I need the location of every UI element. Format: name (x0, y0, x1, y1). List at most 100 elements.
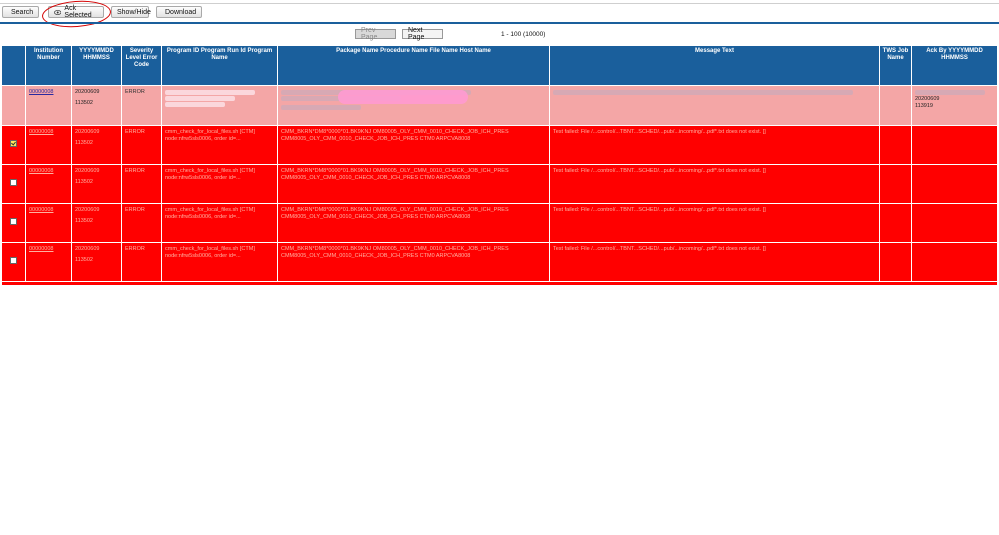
severity-value: ERROR (125, 129, 145, 135)
severity-cell: ERROR (121, 85, 162, 126)
institution-link[interactable]: 00000008 (29, 89, 53, 95)
package-cell: CMM_BKRN*DM8*0000*01.BK9KNJ OM80005_OLY_… (277, 242, 550, 282)
date-value: 20200609 (75, 207, 100, 213)
message-cell: Test failed: File /...control/...TBNT...… (549, 203, 880, 243)
table-row[interactable]: 00000008 20200609 113502 ERROR cmm_check_… (1, 203, 998, 243)
severity-value: ERROR (125, 168, 145, 174)
severity-value: ERROR (125, 246, 145, 252)
severity-value: ERROR (125, 207, 145, 213)
row-select-checkbox[interactable] (10, 218, 17, 225)
institution-cell: 00000008 (25, 85, 72, 126)
annotation-circle (41, 0, 112, 30)
col-header-datetime[interactable]: YYYYMMDD HHMMSS (71, 45, 122, 86)
download-button-label: Download (165, 8, 197, 16)
date-value: 20200609 (75, 168, 100, 174)
col-header-tws[interactable]: TWS Job Name (879, 45, 912, 86)
time-value: 113502 (75, 100, 93, 106)
datetime-cell: 20200609 113502 (71, 164, 122, 204)
row-select-checkbox[interactable] (10, 179, 17, 186)
program-cell: cmm_check_for_local_files.sh [CTM] node:… (161, 203, 278, 243)
row-select-cell (1, 164, 26, 204)
table-row[interactable]: 00000008 20200609 113502 ERROR cmm_check_… (1, 125, 998, 165)
col-header-program[interactable]: Program ID Program Run Id Program Name (161, 45, 278, 86)
message-cell (549, 85, 880, 126)
time-value: 113502 (75, 140, 93, 146)
datetime-cell: 20200609 113502 (71, 85, 122, 126)
table-row[interactable]: 00000008 20200609 113502 ERROR 20200609 11… (1, 85, 998, 126)
institution-cell: 00000008 (25, 203, 72, 243)
download-button[interactable]: Download (156, 6, 202, 18)
time-value: 113502 (75, 179, 93, 185)
col-header-message[interactable]: Message Text (549, 45, 880, 86)
redacted-text (165, 102, 225, 107)
ack-cell: 20200609 113919 (911, 85, 998, 126)
program-cell: cmm_check_for_local_files.sh [CTM] node:… (161, 242, 278, 282)
datetime-cell: 20200609 113502 (71, 203, 122, 243)
time-value: 113502 (75, 218, 93, 224)
ack-time-value: 113919 (915, 103, 933, 109)
ack-cell (911, 164, 998, 204)
package-cell (277, 85, 550, 126)
package-cell: CMM_BKRN*DM8*0000*01.BK9KNJ OM80005_OLY_… (277, 203, 550, 243)
institution-link[interactable]: 00000008 (29, 129, 53, 135)
row-select-cell (1, 125, 26, 165)
header-divider (0, 22, 999, 24)
severity-value: ERROR (125, 89, 145, 95)
date-value: 20200609 (75, 246, 100, 252)
ack-date-value: 20200609 (915, 96, 940, 102)
table-header-row: Institution Number YYYYMMDD HHMMSS Sever… (1, 45, 998, 86)
col-header-select (1, 45, 26, 86)
error-table: Institution Number YYYYMMDD HHMMSS Sever… (1, 45, 998, 286)
institution-cell: 00000008 (25, 242, 72, 282)
severity-cell: ERROR (121, 203, 162, 243)
row-select-checkbox[interactable] (10, 257, 17, 264)
severity-cell: ERROR (121, 242, 162, 282)
redacted-text (915, 90, 985, 95)
row-select-cell (1, 242, 26, 282)
message-cell: Test failed: File /...control/...TBNT...… (549, 242, 880, 282)
tws-cell (879, 125, 912, 165)
severity-cell: ERROR (121, 164, 162, 204)
institution-link[interactable]: 00000008 (29, 246, 53, 252)
package-cell: CMM_BKRN*DM8*0000*01.BK9KNJ OM80005_OLY_… (277, 164, 550, 204)
row-select-checkbox[interactable] (10, 140, 17, 147)
tws-cell (879, 164, 912, 204)
date-value: 20200609 (75, 89, 100, 95)
prev-page-button[interactable]: Prev Page (355, 27, 396, 41)
col-header-package[interactable]: Package Name Procedure Name File Name Ho… (277, 45, 550, 86)
institution-cell: 00000008 (25, 125, 72, 165)
col-header-severity[interactable]: Severity Level Error Code (121, 45, 162, 86)
institution-link[interactable]: 00000008 (29, 168, 53, 174)
top-border-line (0, 3, 999, 4)
datetime-cell: 20200609 113502 (71, 242, 122, 282)
table-row[interactable]: 00000008 20200609 113502 ERROR cmm_check_… (1, 242, 998, 282)
col-header-ack[interactable]: Ack By YYYYMMDD HHMMSS (911, 45, 998, 86)
table-row-partial (1, 281, 998, 286)
tws-cell (879, 203, 912, 243)
program-cell: cmm_check_for_local_files.sh [CTM] node:… (161, 164, 278, 204)
tws-cell (879, 85, 912, 126)
date-value: 20200609 (75, 129, 100, 135)
message-cell: Test failed: File /...control/...TBNT...… (549, 125, 880, 165)
partial-row-cell (1, 281, 998, 286)
severity-cell: ERROR (121, 125, 162, 165)
col-header-institution[interactable]: Institution Number (25, 45, 72, 86)
institution-link[interactable]: 00000008 (29, 207, 53, 213)
institution-cell: 00000008 (25, 164, 72, 204)
ack-cell (911, 242, 998, 282)
row-select-cell (1, 85, 26, 126)
redaction-blob (338, 90, 468, 104)
time-value: 113502 (75, 257, 93, 263)
next-page-button[interactable]: Next Page (402, 27, 443, 41)
search-button-label: Search (11, 8, 34, 16)
ack-cell (911, 125, 998, 165)
table-row[interactable]: 00000008 20200609 113502 ERROR cmm_check_… (1, 164, 998, 204)
show-hide-button[interactable]: Show/Hide (111, 6, 151, 18)
redacted-text (553, 90, 853, 95)
pager: Prev Page Next Page (355, 27, 443, 41)
datetime-cell: 20200609 113502 (71, 125, 122, 165)
program-cell: cmm_check_for_local_files.sh [CTM] node:… (161, 125, 278, 165)
redacted-text (165, 90, 255, 95)
redacted-text (165, 96, 235, 101)
search-button[interactable]: Search (2, 6, 39, 18)
